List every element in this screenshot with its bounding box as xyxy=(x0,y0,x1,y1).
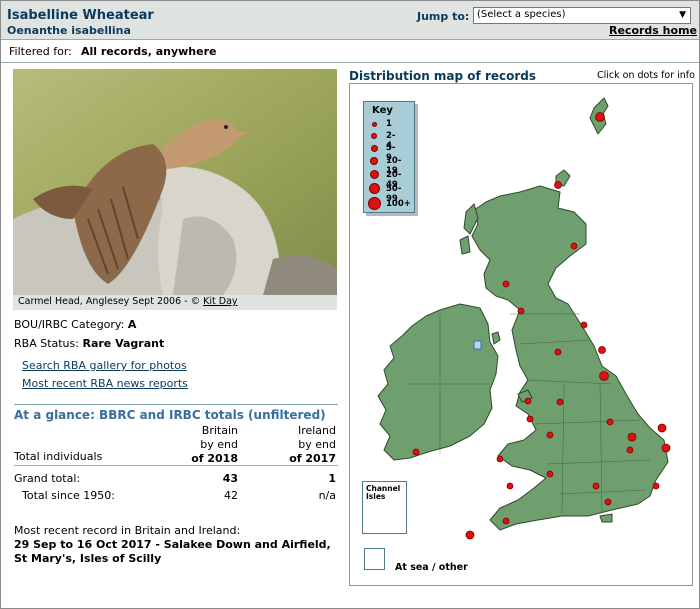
record-dot[interactable] xyxy=(598,346,606,354)
britain-head-line: by end xyxy=(200,438,238,451)
since-1950-ireland: n/a xyxy=(318,489,336,502)
isle-of-wight-landmass xyxy=(599,513,613,523)
species-header: Isabelline Wheatear Oenanthe isabellina … xyxy=(1,1,699,40)
rba-status-row: RBA Status: Rare Vagrant xyxy=(14,337,164,350)
photo-author-link[interactable]: Kit Day xyxy=(203,296,237,307)
record-dot[interactable] xyxy=(506,482,514,490)
ireland-column-header: Ireland by end of 2017 xyxy=(286,424,336,466)
map-key: Key 1 2-4 5-9 10-19 20-49 50-99 100+ xyxy=(363,101,415,213)
record-dot[interactable] xyxy=(465,530,475,540)
key-dot-icon xyxy=(371,145,378,152)
filter-label: Filtered for: xyxy=(9,45,72,58)
photo-caption-text: Carmel Head, Anglesey Sept 2006 - © xyxy=(18,296,201,307)
key-title: Key xyxy=(372,105,393,116)
recent-record-label: Most recent record in Britain and Irelan… xyxy=(14,524,241,537)
record-dot[interactable] xyxy=(517,307,525,315)
key-dot-icon xyxy=(370,170,379,179)
channel-isles-label: Channel Isles xyxy=(366,484,401,501)
record-dot[interactable] xyxy=(546,470,554,478)
record-dot[interactable] xyxy=(546,431,554,439)
record-dot[interactable] xyxy=(627,432,637,442)
highlight-marker xyxy=(473,340,482,350)
record-dot[interactable] xyxy=(502,280,510,288)
at-sea-label: At sea / other xyxy=(395,562,468,573)
record-dot[interactable] xyxy=(496,455,504,463)
grand-total-britain: 43 xyxy=(222,472,238,485)
distribution-map: Key 1 2-4 5-9 10-19 20-49 50-99 100+ Cha… xyxy=(349,83,693,586)
record-dot[interactable] xyxy=(657,423,667,433)
britain-head-line: of 2018 xyxy=(191,452,238,465)
record-dot[interactable] xyxy=(592,482,600,490)
key-item-label: 100+ xyxy=(386,199,411,209)
chevron-down-icon: ▼ xyxy=(679,10,686,20)
grand-total-label: Grand total: xyxy=(14,472,81,485)
key-dot-icon xyxy=(370,157,378,165)
species-latin-name: Oenanthe isabellina xyxy=(7,24,131,37)
photo-caption: Carmel Head, Anglesey Sept 2006 - © Kit … xyxy=(13,295,337,310)
key-dot-icon xyxy=(371,133,377,139)
hebrides-landmass xyxy=(459,235,471,255)
since-1950-britain: 42 xyxy=(224,489,238,502)
bird-photo xyxy=(13,69,337,295)
rba-status-value: Rare Vagrant xyxy=(82,337,165,350)
species-name: Isabelline Wheatear xyxy=(7,8,154,23)
record-dot[interactable] xyxy=(606,418,614,426)
species-info-panel: Carmel Head, Anglesey Sept 2006 - © Kit … xyxy=(8,64,342,604)
ireland-landmass xyxy=(377,303,499,461)
record-dot[interactable] xyxy=(412,448,420,456)
record-dot[interactable] xyxy=(554,181,562,189)
jump-to-label: Jump to: xyxy=(417,10,470,23)
at-sea-box[interactable] xyxy=(364,548,385,570)
record-dot[interactable] xyxy=(626,446,634,454)
species-select-value: (Select a species) xyxy=(477,9,566,20)
record-dot[interactable] xyxy=(604,498,612,506)
ireland-head-line: of 2017 xyxy=(289,452,336,465)
record-dot[interactable] xyxy=(595,112,605,122)
news-link[interactable]: Most recent RBA news reports xyxy=(22,377,188,390)
record-dot[interactable] xyxy=(526,415,534,423)
filter-value: All records, anywhere xyxy=(81,45,217,58)
record-dot[interactable] xyxy=(661,443,671,453)
recent-record-value: 29 Sep to 16 Oct 2017 - Salakee Down and… xyxy=(14,538,331,565)
record-dot[interactable] xyxy=(554,348,562,356)
category-row: BOU/IRBC Category: A xyxy=(14,318,136,331)
record-dot[interactable] xyxy=(524,397,532,405)
key-dot-icon xyxy=(368,197,381,210)
category-value: A xyxy=(127,318,137,331)
record-dot[interactable] xyxy=(599,371,609,381)
glance-title: At a glance: BBRC and IRBC totals (unfil… xyxy=(14,404,338,422)
record-dot[interactable] xyxy=(570,242,578,250)
map-hint: Click on dots for info xyxy=(597,70,695,81)
key-dot-icon xyxy=(372,122,377,127)
ireland-head-line: Ireland xyxy=(297,424,336,437)
rba-status-label: RBA Status: xyxy=(14,337,79,350)
key-item-label: 1 xyxy=(386,119,392,129)
map-title: Distribution map of records xyxy=(349,69,537,83)
record-dot[interactable] xyxy=(556,398,564,406)
total-individuals-label: Total individuals xyxy=(14,450,103,463)
since-1950-label: Total since 1950: xyxy=(22,489,115,502)
record-dot[interactable] xyxy=(502,517,510,525)
grand-total-ireland: 1 xyxy=(328,472,336,485)
great-britain-landmass xyxy=(471,185,669,531)
ireland-head-line: by end xyxy=(298,438,336,451)
filter-bar: Filtered for: All records, anywhere xyxy=(1,41,699,63)
britain-column-header: Britain by end of 2018 xyxy=(188,424,238,466)
record-dot[interactable] xyxy=(652,482,660,490)
britain-head-line: Britain xyxy=(201,424,238,437)
species-select[interactable]: (Select a species) ▼ xyxy=(473,7,691,24)
records-home-link[interactable]: Records home xyxy=(609,24,697,37)
category-label: BOU/IRBC Category: xyxy=(14,318,125,331)
gallery-link[interactable]: Search RBA gallery for photos xyxy=(22,359,187,372)
channel-isles-inset: Channel Isles xyxy=(362,481,407,534)
key-dot-icon xyxy=(369,183,380,194)
table-divider xyxy=(14,465,338,466)
isle-of-man-landmass xyxy=(491,331,501,345)
record-dot[interactable] xyxy=(580,321,588,329)
